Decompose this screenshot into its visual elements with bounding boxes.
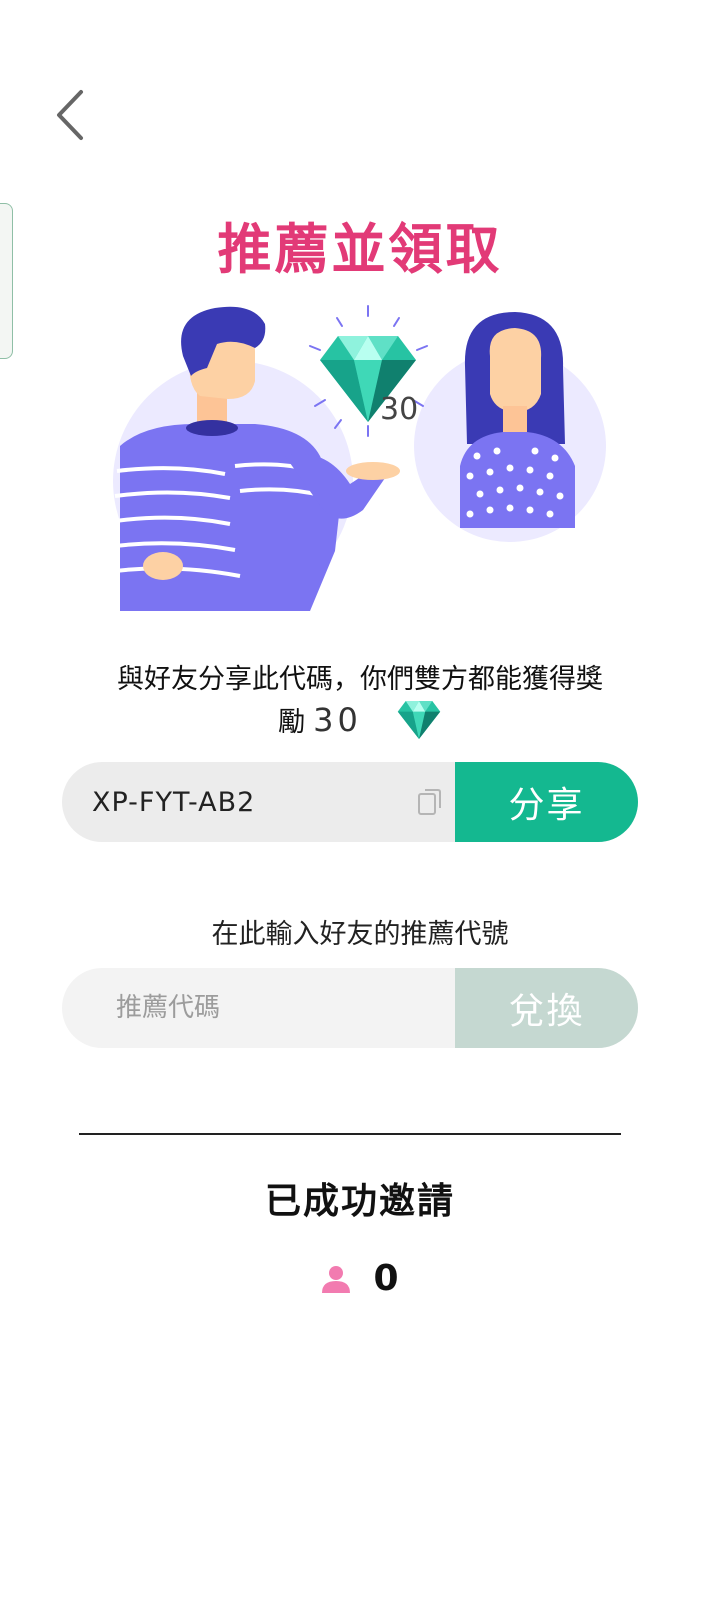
reward-amount: 30: [313, 700, 362, 739]
referral-illustration: 30: [103, 296, 615, 611]
page-title: 推薦並領取: [217, 218, 503, 281]
invited-count-row: 0: [0, 1258, 720, 1299]
referral-input-bar: 兌換: [62, 968, 638, 1048]
back-button[interactable]: [40, 80, 100, 150]
share-description-reward: 勵 30: [0, 700, 720, 739]
referral-code: XP-FYT-AB2: [92, 786, 256, 818]
share-button[interactable]: 分享: [455, 762, 638, 842]
share-description-suffix: 勵: [278, 707, 306, 738]
invited-title: 已成功邀請: [264, 1181, 455, 1222]
referral-code-input[interactable]: [62, 968, 455, 1048]
share-description: 與好友分享此代碼，你們雙方都能獲得獎: [117, 664, 603, 695]
referral-input-label: 在此輸入好友的推薦代號: [211, 919, 509, 950]
copy-button[interactable]: [405, 762, 455, 842]
referral-code-bar: XP-FYT-AB2 分享: [62, 762, 638, 842]
woman-figure: [460, 312, 575, 528]
person-icon: [322, 1265, 351, 1293]
copy-icon: [418, 789, 441, 815]
hero-reward-badge: 30: [380, 392, 419, 427]
redeem-button[interactable]: 兌換: [455, 968, 638, 1048]
section-divider: [79, 1133, 621, 1135]
invited-count: 0: [373, 1258, 399, 1299]
chevron-left-icon: [57, 90, 83, 140]
diamond-gem-icon: [397, 700, 441, 739]
